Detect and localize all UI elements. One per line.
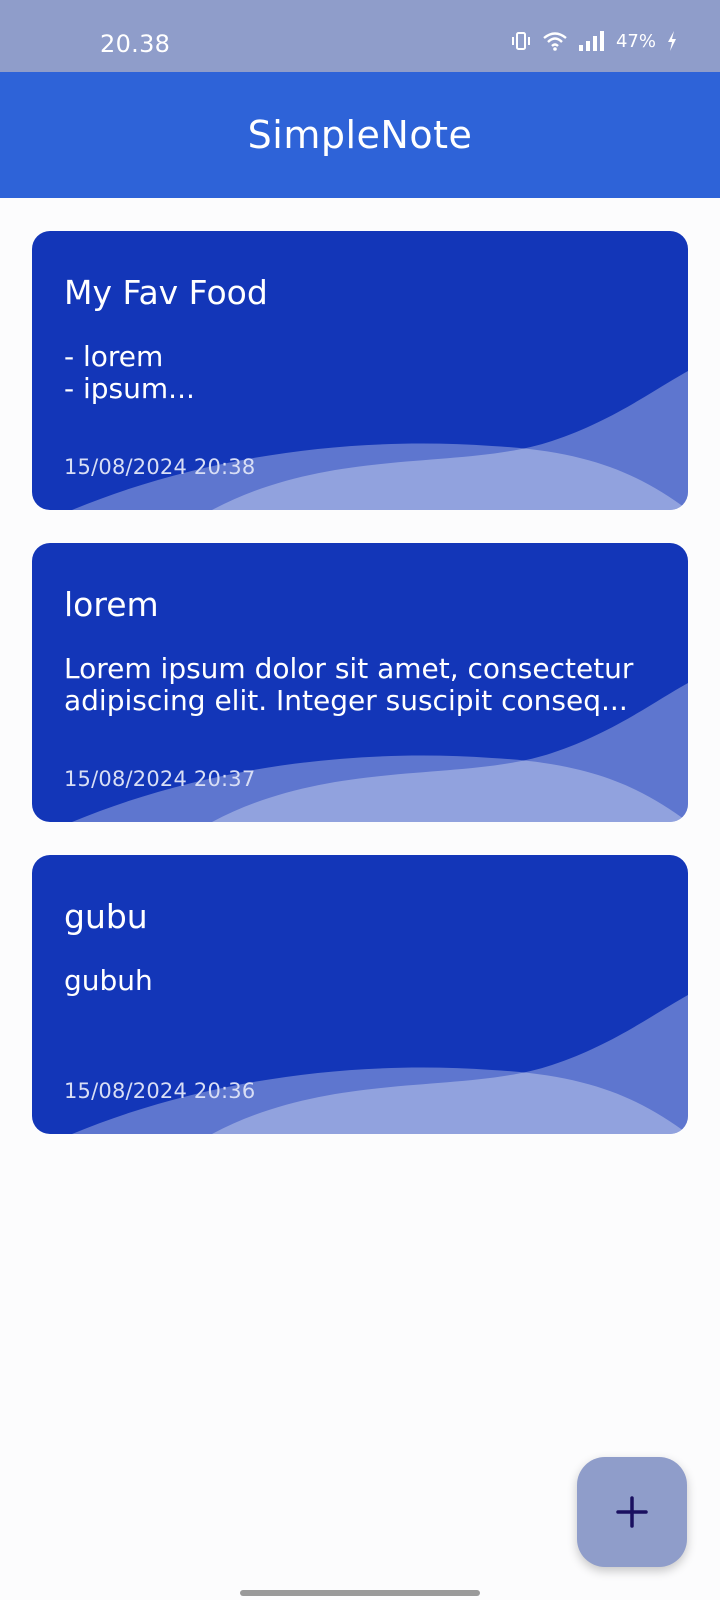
app-title: SimpleNote — [247, 113, 473, 157]
note-card[interactable]: My Fav Food - lorem - ipsum... 15/08/202… — [32, 231, 688, 510]
note-date: 15/08/2024 20:36 — [64, 1079, 256, 1103]
note-body: Lorem ipsum dolor sit amet, consectetur … — [64, 653, 634, 717]
note-card[interactable]: gubu gubuh 15/08/2024 20:36 — [32, 855, 688, 1134]
note-body: gubuh — [64, 965, 153, 997]
battery-charging-icon — [666, 30, 678, 52]
plus-icon — [616, 1496, 648, 1528]
status-bar: 20.38 47% — [0, 0, 720, 72]
status-icons: 47% — [510, 30, 678, 52]
note-date: 15/08/2024 20:38 — [64, 455, 256, 479]
home-indicator[interactable] — [240, 1590, 480, 1596]
note-card[interactable]: lorem Lorem ipsum dolor sit amet, consec… — [32, 543, 688, 822]
note-date: 15/08/2024 20:37 — [64, 767, 256, 791]
add-note-button[interactable] — [577, 1457, 687, 1567]
app-bar: SimpleNote — [0, 72, 720, 198]
note-title: My Fav Food — [64, 273, 268, 312]
signal-icon — [578, 30, 606, 52]
note-title: gubu — [64, 897, 148, 936]
battery-text: 47% — [615, 30, 656, 52]
notes-screen: 20.38 47% SimpleNote My Fav Food - lorem… — [0, 0, 720, 1600]
wifi-icon — [542, 30, 568, 52]
status-time: 20.38 — [100, 30, 171, 58]
note-title: lorem — [64, 585, 159, 624]
vibrate-icon — [510, 30, 532, 52]
note-body: - lorem - ipsum... — [64, 341, 195, 405]
notes-list: My Fav Food - lorem - ipsum... 15/08/202… — [32, 231, 688, 1167]
